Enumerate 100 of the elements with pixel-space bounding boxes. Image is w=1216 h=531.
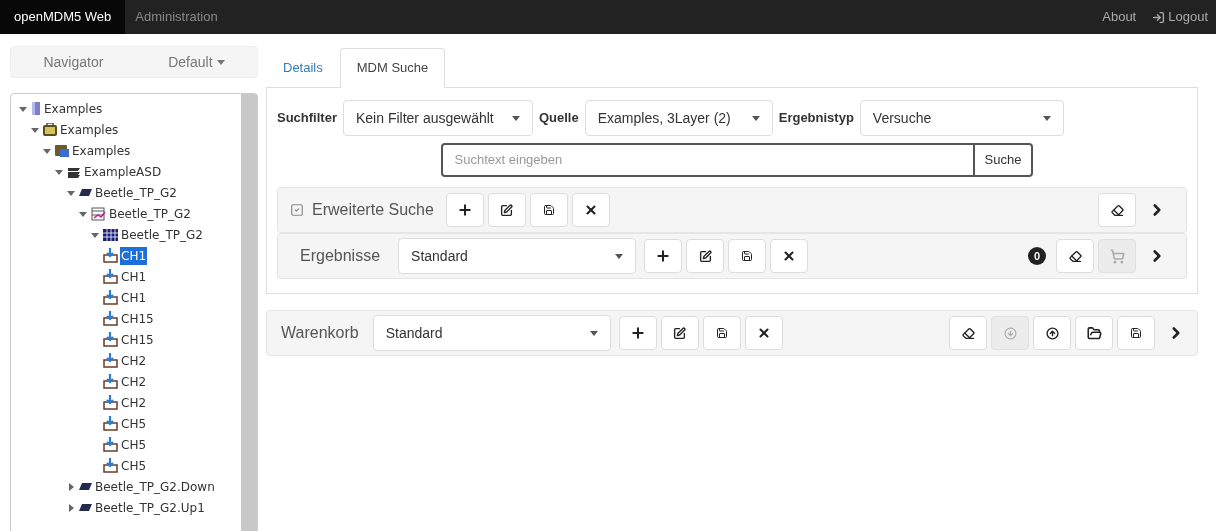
collapse-icon[interactable] [19, 104, 27, 113]
clear-button[interactable] [1056, 239, 1094, 273]
advanced-search-label: Erweiterte Suche [312, 200, 434, 220]
collapse-icon[interactable] [91, 230, 99, 239]
save-button[interactable] [529, 193, 568, 227]
search-button[interactable]: Suche [974, 143, 1034, 177]
save-button[interactable] [728, 239, 767, 273]
tree-item[interactable]: CH1 [120, 288, 148, 307]
filter-label: Ergebnistyp [778, 109, 854, 128]
step-icon [79, 504, 92, 511]
tree-item[interactable]: CH5 [120, 414, 148, 433]
channel-icon [103, 353, 118, 368]
eraser-icon [961, 326, 975, 340]
tree-item[interactable]: CH5 [120, 435, 148, 454]
brand-link[interactable]: openMDM5 Web [0, 0, 126, 34]
channel-icon [103, 374, 118, 389]
checkbox-icon[interactable] [290, 203, 304, 217]
download-icon [1003, 326, 1017, 340]
view-select[interactable]: Standard [398, 238, 637, 274]
collapse-icon[interactable] [55, 167, 63, 176]
plus-icon [629, 325, 646, 341]
save-icon [1130, 327, 1142, 339]
nav-link[interactable]: About [1094, 0, 1145, 34]
upload-button[interactable] [1033, 316, 1071, 350]
step-icon [79, 483, 92, 490]
results-label: Ergebnisse [300, 246, 381, 266]
caret-icon [751, 115, 760, 121]
stack-icon [67, 165, 81, 178]
save-button[interactable] [702, 316, 741, 350]
tree-item[interactable]: Beetle_TP_G2.Up1 [94, 498, 206, 517]
tree-item[interactable]: ExampleASD [83, 162, 163, 181]
add-button[interactable] [445, 193, 484, 227]
channel-icon [103, 458, 118, 473]
caret-icon [216, 59, 225, 65]
tree-item[interactable]: CH1 [120, 267, 148, 286]
filter-select[interactable]: Versuche [859, 100, 1064, 136]
tree-item[interactable]: Examples [59, 120, 120, 139]
tree-item[interactable]: Beetle_TP_G2 [120, 225, 204, 244]
channel-icon [103, 248, 118, 263]
upload-icon [1045, 326, 1059, 340]
caret-icon [511, 115, 520, 121]
tree-item[interactable]: Beetle_TP_G2 [94, 183, 178, 202]
clear-button[interactable] [949, 316, 987, 350]
edit-button[interactable] [487, 193, 526, 227]
count-badge: 0 [1028, 247, 1046, 265]
channel-icon [103, 332, 118, 347]
tree-item[interactable]: CH15 [120, 330, 155, 349]
eraser-icon [1110, 203, 1124, 217]
tree-item[interactable]: CH2 [120, 351, 148, 370]
save-icon [715, 327, 728, 339]
edit-icon [500, 203, 514, 217]
chart-icon [91, 206, 106, 221]
delete-button[interactable] [744, 316, 783, 350]
edit-icon [673, 326, 687, 340]
logout-icon [1152, 10, 1166, 24]
save-button[interactable] [1117, 316, 1155, 350]
edit-button[interactable] [660, 316, 699, 350]
table-icon [103, 228, 118, 241]
logout-link[interactable]: Logout [1144, 0, 1216, 34]
tree-item[interactable]: Beetle_TP_G2.Down [94, 477, 216, 496]
close-icon [583, 203, 598, 217]
add-button[interactable] [618, 316, 657, 350]
open-button[interactable] [1075, 316, 1113, 350]
tree-item[interactable]: CH1 [120, 246, 148, 265]
tab[interactable]: Details [266, 48, 340, 88]
plus-icon [456, 202, 473, 218]
scrollbar[interactable] [241, 94, 257, 531]
filter-label: Quelle [538, 109, 579, 128]
delete-button[interactable] [571, 193, 610, 227]
channel-icon [103, 437, 118, 452]
collapse-icon[interactable] [79, 209, 87, 218]
caret-icon [1042, 115, 1051, 121]
channel-icon [103, 311, 118, 326]
tree-item[interactable]: CH2 [120, 372, 148, 391]
tree-item[interactable]: CH2 [120, 393, 148, 412]
tree-item[interactable]: Beetle_TP_G2 [108, 204, 192, 223]
tree-item[interactable]: Examples [43, 99, 104, 118]
edit-button[interactable] [686, 239, 725, 273]
collapse-icon[interactable] [43, 146, 51, 155]
eraser-icon [1068, 249, 1082, 263]
tree-item[interactable]: Examples [71, 141, 132, 160]
filter-select[interactable]: Examples, 3Layer (2) [584, 100, 773, 136]
filter-select[interactable]: Kein Filter ausgewählt [342, 100, 533, 136]
delete-button[interactable] [770, 239, 809, 273]
add-button[interactable] [644, 239, 683, 273]
nav-link[interactable]: Administration [125, 0, 228, 34]
view-select[interactable]: Standard [372, 315, 611, 351]
channel-icon [103, 269, 118, 284]
edit-icon [698, 249, 712, 263]
tab[interactable]: MDM Suche [339, 48, 446, 88]
navigator-title: Navigator [43, 52, 104, 72]
view-dropdown[interactable]: Default [168, 51, 225, 73]
channel-icon [103, 416, 118, 431]
tree-item[interactable]: CH5 [120, 456, 148, 475]
collapse-icon[interactable] [67, 188, 75, 197]
clear-button[interactable] [1098, 193, 1136, 227]
basket-label: Warenkorb [281, 323, 359, 343]
collapse-icon[interactable] [31, 125, 39, 134]
tree-item[interactable]: CH15 [120, 309, 155, 328]
caret-icon [589, 330, 598, 336]
